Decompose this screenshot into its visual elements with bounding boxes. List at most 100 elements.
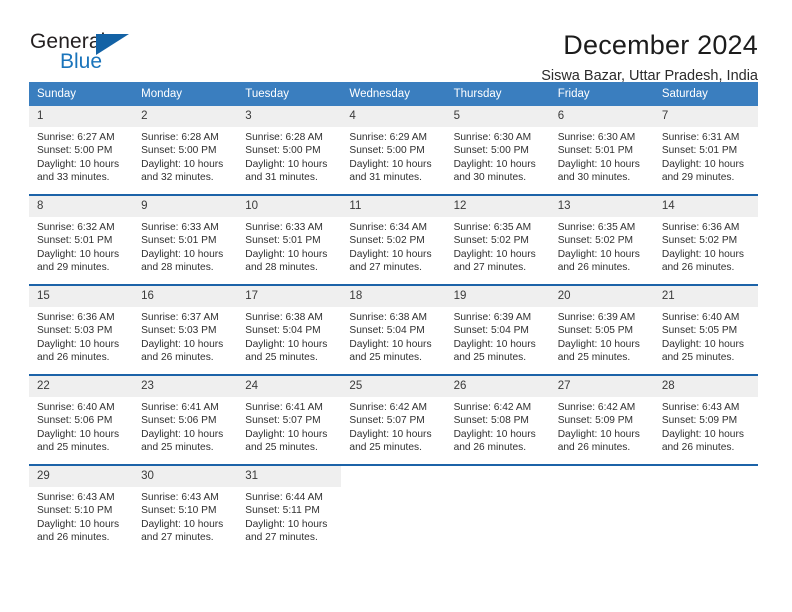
daylight-text-line2: and 29 minutes. bbox=[37, 261, 110, 273]
calendar-day-cell[interactable]: 25 Sunrise: 6:42 AM Sunset: 5:07 PM Dayligh… bbox=[341, 376, 446, 464]
day-number: 29 bbox=[29, 466, 134, 487]
daylight-text-line2: and 27 minutes. bbox=[141, 531, 214, 543]
day-details: Sunrise: 6:32 AM Sunset: 5:01 PM Daylight:… bbox=[29, 217, 133, 280]
calendar-week-row: 29 Sunrise: 6:43 AM Sunset: 5:10 PM Dayligh… bbox=[29, 464, 758, 554]
calendar-day-cell[interactable]: 13 Sunrise: 6:35 AM Sunset: 5:02 PM Dayligh… bbox=[549, 196, 654, 284]
daylight-text-line1: Daylight: 10 hours bbox=[245, 338, 328, 350]
sunset-text: Sunset: 5:04 PM bbox=[349, 325, 425, 337]
sunset-text: Sunset: 5:09 PM bbox=[557, 415, 634, 427]
calendar-day-cell[interactable]: 22 Sunrise: 6:40 AM Sunset: 5:06 PM Dayligh… bbox=[29, 376, 134, 464]
sunset-text: Sunset: 5:00 PM bbox=[349, 145, 425, 157]
calendar-day-cell[interactable]: 26 Sunrise: 6:42 AM Sunset: 5:08 PM Dayligh… bbox=[445, 376, 550, 464]
calendar-day-cell[interactable]: 7 Sunrise: 6:31 AM Sunset: 5:01 PM Daylight… bbox=[653, 106, 758, 194]
daylight-text-line1: Daylight: 10 hours bbox=[661, 158, 744, 170]
sunset-text: Sunset: 5:06 PM bbox=[37, 415, 113, 427]
day-number bbox=[653, 466, 758, 487]
weekday-sunday: Sunday bbox=[37, 88, 77, 100]
daylight-text-line1: Daylight: 10 hours bbox=[453, 428, 536, 440]
sunrise-text: Sunrise: 6:27 AM bbox=[37, 132, 115, 143]
calendar-day-cell[interactable]: 10 Sunrise: 6:33 AM Sunset: 5:01 PM Dayligh… bbox=[237, 196, 342, 284]
sunrise-text: Sunrise: 6:39 AM bbox=[557, 312, 636, 323]
calendar-day-cell[interactable]: 20 Sunrise: 6:39 AM Sunset: 5:05 PM Dayligh… bbox=[549, 286, 654, 374]
calendar-day-cell[interactable]: 29 Sunrise: 6:43 AM Sunset: 5:10 PM Dayligh… bbox=[29, 466, 134, 554]
day-details: Sunrise: 6:27 AM Sunset: 5:00 PM Daylight:… bbox=[29, 127, 133, 190]
calendar-day-cell[interactable]: 19 Sunrise: 6:39 AM Sunset: 5:04 PM Dayligh… bbox=[445, 286, 550, 374]
day-number: 24 bbox=[237, 376, 342, 397]
daylight-text-line2: and 25 minutes. bbox=[141, 441, 214, 453]
calendar-day-cell[interactable]: 11 Sunrise: 6:34 AM Sunset: 5:02 PM Dayligh… bbox=[341, 196, 446, 284]
weekday-monday: Monday bbox=[141, 88, 183, 100]
sunrise-text: Sunrise: 6:31 AM bbox=[661, 132, 740, 143]
sunset-text: Sunset: 5:00 PM bbox=[453, 145, 529, 157]
calendar-day-cell[interactable]: 9 Sunrise: 6:33 AM Sunset: 5:01 PM Daylight… bbox=[133, 196, 238, 284]
daylight-text-line1: Daylight: 10 hours bbox=[557, 338, 640, 350]
calendar-day-cell[interactable]: 21 Sunrise: 6:40 AM Sunset: 5:05 PM Dayligh… bbox=[653, 286, 758, 374]
day-details: Sunrise: 6:38 AM Sunset: 5:04 PM Daylight:… bbox=[341, 307, 445, 370]
day-details: Sunrise: 6:30 AM Sunset: 5:00 PM Daylight:… bbox=[446, 127, 550, 190]
day-number: 15 bbox=[29, 286, 134, 307]
daylight-text-line1: Daylight: 10 hours bbox=[141, 338, 224, 350]
daylight-text-line2: and 25 minutes. bbox=[245, 351, 318, 363]
calendar-day-cell[interactable]: 4 Sunrise: 6:29 AM Sunset: 5:00 PM Daylight… bbox=[341, 106, 446, 194]
day-details: Sunrise: 6:28 AM Sunset: 5:00 PM Daylight:… bbox=[133, 127, 237, 190]
daylight-text-line1: Daylight: 10 hours bbox=[141, 428, 224, 440]
daylight-text-line1: Daylight: 10 hours bbox=[557, 428, 640, 440]
daylight-text-line2: and 28 minutes. bbox=[141, 261, 214, 273]
general-blue-logo[interactable]: General Blue bbox=[30, 28, 150, 80]
weekday-tuesday: Tuesday bbox=[245, 88, 289, 100]
sunset-text: Sunset: 5:03 PM bbox=[141, 325, 217, 337]
daylight-text-line2: and 27 minutes. bbox=[349, 261, 422, 273]
sunset-text: Sunset: 5:05 PM bbox=[557, 325, 634, 337]
daylight-text-line1: Daylight: 10 hours bbox=[349, 158, 432, 170]
calendar-day-cell[interactable]: 6 Sunrise: 6:30 AM Sunset: 5:01 PM Daylight… bbox=[549, 106, 654, 194]
calendar-day-cell[interactable]: 15 Sunrise: 6:36 AM Sunset: 5:03 PM Dayligh… bbox=[29, 286, 134, 374]
daylight-text-line1: Daylight: 10 hours bbox=[245, 518, 328, 530]
calendar-day-cell[interactable]: 14 Sunrise: 6:36 AM Sunset: 5:02 PM Dayligh… bbox=[653, 196, 758, 284]
calendar-weeks: 1 Sunrise: 6:27 AM Sunset: 5:00 PM Daylight… bbox=[29, 106, 758, 554]
calendar-day-cell-empty bbox=[341, 466, 446, 554]
calendar-day-cell[interactable]: 3 Sunrise: 6:28 AM Sunset: 5:00 PM Daylight… bbox=[237, 106, 342, 194]
calendar-day-cell[interactable]: 8 Sunrise: 6:32 AM Sunset: 5:01 PM Daylight… bbox=[29, 196, 134, 284]
sunrise-text: Sunrise: 6:41 AM bbox=[245, 402, 323, 413]
calendar-day-cell[interactable]: 2 Sunrise: 6:28 AM Sunset: 5:00 PM Daylight… bbox=[133, 106, 238, 194]
day-details: Sunrise: 6:42 AM Sunset: 5:07 PM Daylight:… bbox=[341, 397, 445, 460]
calendar-week-row: 1 Sunrise: 6:27 AM Sunset: 5:00 PM Daylight… bbox=[29, 106, 758, 194]
daylight-text-line1: Daylight: 10 hours bbox=[453, 158, 536, 170]
day-number bbox=[549, 466, 654, 487]
calendar-day-cell[interactable]: 23 Sunrise: 6:41 AM Sunset: 5:06 PM Dayligh… bbox=[133, 376, 238, 464]
day-number: 10 bbox=[237, 196, 342, 217]
day-number: 11 bbox=[341, 196, 446, 217]
calendar-day-cell[interactable]: 30 Sunrise: 6:43 AM Sunset: 5:10 PM Dayligh… bbox=[133, 466, 238, 554]
calendar-week-row: 22 Sunrise: 6:40 AM Sunset: 5:06 PM Dayligh… bbox=[29, 374, 758, 464]
calendar-day-cell[interactable]: 17 Sunrise: 6:38 AM Sunset: 5:04 PM Dayligh… bbox=[237, 286, 342, 374]
day-number: 14 bbox=[653, 196, 758, 217]
day-details: Sunrise: 6:41 AM Sunset: 5:06 PM Daylight:… bbox=[133, 397, 237, 460]
day-details: Sunrise: 6:42 AM Sunset: 5:08 PM Daylight:… bbox=[446, 397, 550, 460]
day-number: 5 bbox=[445, 106, 550, 127]
sunset-text: Sunset: 5:07 PM bbox=[349, 415, 425, 427]
calendar-day-cell[interactable]: 1 Sunrise: 6:27 AM Sunset: 5:00 PM Daylight… bbox=[29, 106, 134, 194]
sunset-text: Sunset: 5:05 PM bbox=[661, 325, 738, 337]
daylight-text-line1: Daylight: 10 hours bbox=[349, 338, 432, 350]
daylight-text-line1: Daylight: 10 hours bbox=[661, 338, 744, 350]
calendar-day-cell[interactable]: 24 Sunrise: 6:41 AM Sunset: 5:07 PM Dayligh… bbox=[237, 376, 342, 464]
daylight-text-line2: and 27 minutes. bbox=[453, 261, 527, 273]
calendar-day-cell[interactable]: 31 Sunrise: 6:44 AM Sunset: 5:11 PM Dayligh… bbox=[237, 466, 342, 554]
calendar-day-cell[interactable]: 18 Sunrise: 6:38 AM Sunset: 5:04 PM Dayligh… bbox=[341, 286, 446, 374]
calendar-day-cell[interactable]: 27 Sunrise: 6:42 AM Sunset: 5:09 PM Dayligh… bbox=[549, 376, 654, 464]
logo-text-blue: Blue bbox=[60, 50, 103, 73]
sunrise-text: Sunrise: 6:36 AM bbox=[661, 222, 740, 233]
calendar-day-cell[interactable]: 28 Sunrise: 6:43 AM Sunset: 5:09 PM Dayligh… bbox=[653, 376, 758, 464]
daylight-text-line2: and 26 minutes. bbox=[661, 441, 735, 453]
day-number: 3 bbox=[237, 106, 342, 127]
day-number: 8 bbox=[29, 196, 134, 217]
day-details: Sunrise: 6:44 AM Sunset: 5:11 PM Daylight:… bbox=[237, 487, 341, 550]
sunrise-text: Sunrise: 6:40 AM bbox=[37, 402, 115, 413]
daylight-text-line2: and 30 minutes. bbox=[557, 171, 631, 183]
daylight-text-line1: Daylight: 10 hours bbox=[141, 518, 224, 530]
day-details: Sunrise: 6:39 AM Sunset: 5:05 PM Daylight:… bbox=[550, 307, 654, 370]
calendar-day-cell[interactable]: 5 Sunrise: 6:30 AM Sunset: 5:00 PM Daylight… bbox=[445, 106, 550, 194]
day-number: 1 bbox=[29, 106, 134, 127]
calendar-day-cell[interactable]: 16 Sunrise: 6:37 AM Sunset: 5:03 PM Dayligh… bbox=[133, 286, 238, 374]
calendar-day-cell[interactable]: 12 Sunrise: 6:35 AM Sunset: 5:02 PM Dayligh… bbox=[445, 196, 550, 284]
